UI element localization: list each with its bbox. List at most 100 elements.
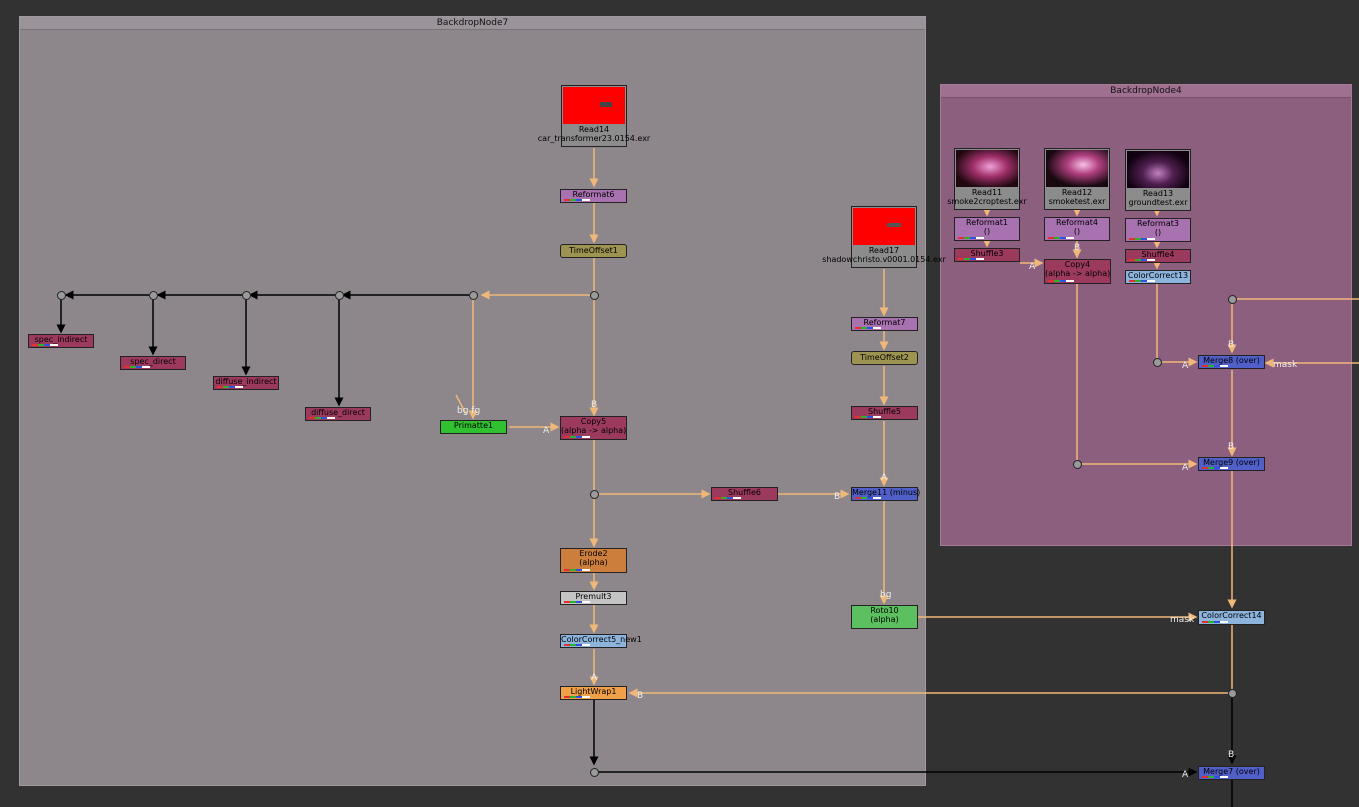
shuffle3-node[interactable]: Shuffle3 [954, 248, 1020, 262]
pipe-label-a: A [1029, 262, 1036, 272]
red-thumbnail [563, 87, 625, 124]
node-label: Shuffle4 [1141, 250, 1175, 259]
dot-node[interactable] [1073, 460, 1082, 469]
spec-indirect-node[interactable]: spec_indirect [28, 334, 94, 348]
copy4-node[interactable]: Copy4 (alpha -> alpha) [1044, 259, 1111, 284]
smoke-thumbnail [1046, 150, 1108, 187]
diffuse-indirect-node[interactable]: diffuse_indirect [213, 376, 279, 390]
copy5-node[interactable]: Copy5 (alpha -> alpha) [560, 416, 627, 440]
dot-node[interactable] [1153, 358, 1162, 367]
timeoffset1-node[interactable]: TimeOffset1 [560, 244, 627, 258]
timeoffset2-node[interactable]: TimeOffset2 [851, 351, 918, 365]
node-label: LightWrap1 [570, 687, 617, 696]
red-thumbnail [853, 208, 915, 245]
smoke-thumbnail [956, 150, 1018, 187]
dot-node[interactable] [335, 291, 344, 300]
node-name: Read17 [868, 246, 900, 255]
dot-node[interactable] [590, 768, 599, 777]
pipe-label-mask: mask [1170, 615, 1195, 625]
merge9-node[interactable]: Merge9 (over) [1198, 457, 1265, 471]
pipe-label-a: A [1182, 361, 1189, 371]
node-label: Reformat3 [1137, 219, 1179, 228]
pipe-label-b: B [1228, 340, 1235, 350]
merge11-node[interactable]: Merge11 (minus) [851, 487, 921, 501]
erode2-node[interactable]: Erode2 (alpha) [560, 548, 627, 573]
primatte1-node[interactable]: Primatte1 [440, 420, 507, 434]
shuffle5-node[interactable]: Shuffle5 [851, 406, 918, 420]
pipe-label-a: A [1182, 770, 1189, 780]
dot-node[interactable] [242, 291, 251, 300]
read17-node[interactable]: Read17 shadowchristo.v0001.0154.exr [822, 206, 946, 268]
node-label: Primatte1 [453, 421, 494, 430]
pipe-label-b: B [834, 492, 841, 502]
node-label: Shuffle5 [868, 407, 901, 416]
colorcorrect5-node[interactable]: ColorCorrect5_new1 [560, 634, 642, 648]
node-label: Merge9 (over) [1203, 458, 1260, 467]
node-label: Shuffle6 [728, 488, 761, 497]
colorcorrect14-node[interactable]: ColorCorrect14 [1198, 610, 1265, 625]
dot-node[interactable] [1228, 295, 1237, 304]
reformat1-node[interactable]: Reformat1() [954, 217, 1020, 241]
diffuse-direct-node[interactable]: diffuse_direct [305, 407, 371, 421]
node-file: car_transformer23.0154.exr [537, 134, 651, 143]
dot-node[interactable] [57, 291, 66, 300]
pipe-label-a: A [881, 473, 888, 483]
node-sublabel: (alpha) [870, 615, 899, 624]
node-label: Merge7 (over) [1203, 767, 1260, 776]
shuffle6-node[interactable]: Shuffle6 [711, 487, 778, 501]
node-label: Erode2 [579, 549, 608, 558]
node-label: Reformat4 [1056, 218, 1098, 227]
pipe-label-bgfg: bg fg [457, 406, 481, 416]
node-label: Copy5 [580, 417, 607, 426]
node-label: Reformat6 [572, 190, 615, 199]
node-label: ColorCorrect13 [1127, 271, 1189, 280]
pipe-label-b: B [1228, 750, 1235, 760]
spec-direct-node[interactable]: spec_direct [120, 356, 186, 370]
dot-node[interactable] [590, 291, 599, 300]
node-label: Shuffle3 [970, 249, 1004, 258]
merge7-node[interactable]: Merge7 (over) [1198, 766, 1265, 780]
pipe-label-b: B [1074, 243, 1081, 253]
pipe-label-mask: mask [1273, 360, 1298, 370]
node-label: diffuse_direct [311, 408, 365, 417]
node-label: Reformat7 [863, 318, 906, 327]
colorcorrect13-node[interactable]: ColorCorrect13 [1125, 270, 1191, 284]
read13-node[interactable]: Read13 groundtest.exr [1125, 149, 1191, 211]
dot-node[interactable] [149, 291, 158, 300]
dot-node[interactable] [1228, 689, 1237, 698]
roto10-node[interactable]: Roto10 (alpha) [851, 605, 918, 629]
pipe-label-b: B [637, 691, 644, 701]
pipe-label-b: B [1228, 442, 1235, 452]
lightwrap1-node[interactable]: LightWrap1 [560, 686, 627, 700]
node-file: groundtest.exr [1128, 198, 1188, 207]
node-label: Merge8 (over) [1203, 356, 1260, 365]
merge8-node[interactable]: Merge8 (over) [1198, 355, 1265, 369]
node-sublabel: () [983, 227, 991, 236]
node-name: Read11 [971, 188, 1003, 197]
dot-node[interactable] [590, 490, 599, 499]
pipe-label-a: A [1182, 463, 1189, 473]
node-label: spec_indirect [34, 335, 88, 344]
reformat4-node[interactable]: Reformat4() [1044, 217, 1110, 241]
node-name: Read14 [578, 125, 610, 134]
node-label: TimeOffset2 [860, 353, 909, 362]
node-sublabel: (alpha) [579, 558, 608, 567]
node-label: ColorCorrect14 [1201, 611, 1262, 620]
reformat6-node[interactable]: Reformat6 [560, 189, 627, 203]
node-label: Roto10 [870, 606, 899, 615]
reformat7-node[interactable]: Reformat7 [851, 317, 918, 331]
node-label: diffuse_indirect [215, 377, 277, 386]
node-sublabel: () [1073, 227, 1081, 236]
node-label: Premult3 [575, 592, 612, 601]
premult3-node[interactable]: Premult3 [560, 591, 627, 605]
dot-node[interactable] [469, 291, 478, 300]
node-label: Merge11 (minus) [852, 488, 921, 497]
pipe-label-b: B [591, 400, 598, 410]
reformat3-node[interactable]: Reformat3() [1125, 218, 1191, 242]
pipe-label-a: A [591, 673, 598, 683]
node-label: Copy4 [1064, 260, 1091, 269]
read14-node[interactable]: Read14 car_transformer23.0154.exr [538, 85, 650, 147]
shuffle4-node[interactable]: Shuffle4 [1125, 249, 1191, 263]
node-connections [56, 148, 1359, 807]
ground-thumbnail [1127, 151, 1189, 188]
